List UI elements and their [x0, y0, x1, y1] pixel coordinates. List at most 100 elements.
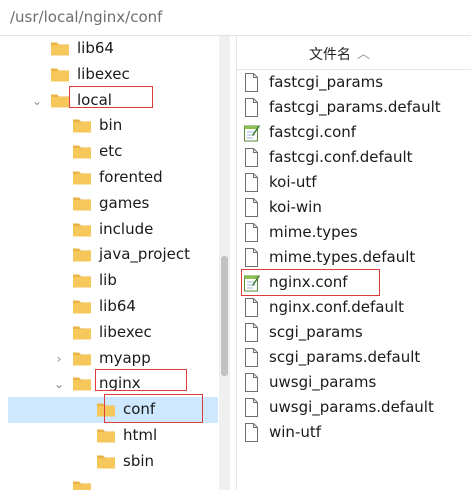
file-row[interactable]: uwsgi_params — [237, 370, 471, 395]
folder-icon — [50, 92, 70, 109]
file-name: koi-utf — [269, 173, 317, 191]
folder-icon — [50, 40, 70, 57]
folder-icon — [72, 375, 92, 392]
file-name: fastcgi_params.default — [269, 98, 441, 116]
folder-icon — [72, 169, 92, 186]
file-name: fastcgi.conf — [269, 123, 357, 141]
tree-item-label: ... — [99, 477, 114, 490]
folder-icon — [72, 117, 92, 134]
tree-item-libexec[interactable]: libexec — [0, 320, 230, 346]
document-icon — [243, 373, 260, 392]
file-row[interactable]: win-utf — [237, 420, 471, 445]
document-icon — [243, 248, 260, 267]
column-header-name[interactable]: 文件名 ︿ — [237, 36, 471, 70]
tree-item-conf[interactable]: conf — [0, 394, 230, 424]
file-name: scgi_params — [269, 323, 363, 341]
highlight-box — [241, 269, 380, 296]
file-name: fastcgi.conf.default — [269, 148, 413, 166]
document-icon — [243, 73, 260, 92]
document-icon — [243, 298, 260, 317]
tree-item-include[interactable]: include — [0, 217, 230, 243]
file-name: nginx.conf.default — [269, 298, 405, 316]
file-row[interactable]: scgi_params — [237, 320, 471, 345]
tree-item-sbin[interactable]: sbin — [0, 449, 230, 475]
tree-item-label: lib — [99, 271, 117, 290]
file-row[interactable]: fastcgi.conf.default — [237, 145, 471, 170]
tree-item-html[interactable]: html — [0, 423, 230, 449]
address-bar[interactable]: /usr/local/nginx/conf — [0, 0, 471, 36]
sort-ascending-icon: ︿ — [357, 47, 371, 62]
tree-item-label: libexec — [99, 322, 152, 341]
tree-item-lib[interactable]: lib — [0, 268, 230, 294]
highlight-box — [104, 394, 203, 424]
file-name: koi-win — [269, 198, 322, 216]
file-row[interactable]: mime.types — [237, 220, 471, 245]
folder-icon — [96, 427, 116, 444]
file-name: mime.types.default — [269, 248, 416, 266]
folder-icon — [72, 195, 92, 212]
file-row[interactable]: scgi_params.default — [237, 345, 471, 370]
column-header-label: 文件名 — [309, 47, 351, 63]
document-icon — [243, 198, 260, 217]
document-icon — [243, 173, 260, 192]
tree-scrollbar-thumb[interactable] — [221, 256, 228, 376]
file-row[interactable]: mime.types.default — [237, 245, 471, 270]
tree-item-bin[interactable]: bin — [0, 113, 230, 139]
chevron-right-icon[interactable]: › — [52, 352, 66, 366]
tree-scrollbar[interactable] — [219, 36, 230, 490]
document-icon — [243, 348, 260, 367]
tree-item-games[interactable]: games — [0, 191, 230, 217]
folder-icon — [72, 298, 92, 315]
tree-item-label: forented — [99, 168, 163, 186]
file-name: fastcgi_params — [269, 73, 384, 91]
tree-item-lib64[interactable]: lib64 — [0, 294, 230, 320]
file-row[interactable]: koi-win — [237, 195, 471, 220]
file-row[interactable]: nginx.conf.default — [237, 295, 471, 320]
file-row[interactable]: fastcgi_params — [237, 70, 471, 95]
folder-icon — [72, 350, 92, 367]
tree-item-myapp[interactable]: › myapp — [0, 346, 230, 372]
folder-icon — [72, 324, 92, 341]
tree-item-lib64[interactable]: lib64 — [0, 36, 230, 62]
chevron-down-icon[interactable]: ⌄ — [30, 94, 44, 108]
document-icon — [243, 148, 260, 167]
folder-icon — [50, 66, 70, 83]
tree-item-label: include — [99, 219, 154, 238]
tree-item-label: etc — [99, 142, 123, 161]
document-icon — [243, 98, 260, 117]
tree-item-java-project[interactable]: java_project — [0, 242, 230, 268]
tree-item-label: lib64 — [77, 39, 114, 57]
tree-item-label: html — [123, 426, 158, 444]
file-row[interactable]: koi-utf — [237, 170, 471, 195]
tree-item-label: lib64 — [99, 297, 136, 315]
notepad-edit-icon — [243, 123, 260, 142]
tree-item-label: bin — [99, 116, 123, 135]
tree-item-label: myapp — [99, 348, 151, 367]
chevron-down-icon[interactable]: ⌄ — [52, 377, 66, 391]
tree-item-label: games — [99, 193, 150, 212]
tree-item-libexec[interactable]: libexec — [0, 62, 230, 88]
tree-item-label: sbin — [123, 451, 155, 470]
folder-tree: lib64 libexec ⌄ local bin etc forented games inc… — [0, 36, 230, 490]
tree-item-local[interactable]: ⌄ local — [0, 85, 230, 114]
folder-icon — [72, 246, 92, 263]
tree-item-etc[interactable]: etc — [0, 139, 230, 165]
file-row[interactable]: nginx.conf — [237, 269, 471, 296]
file-row[interactable]: uwsgi_params.default — [237, 395, 471, 420]
file-name: win-utf — [269, 423, 322, 441]
folder-icon — [72, 221, 92, 238]
file-name: uwsgi_params — [269, 373, 377, 391]
folder-icon — [72, 479, 92, 490]
file-name: scgi_params.default — [269, 348, 421, 366]
folder-icon — [96, 453, 116, 470]
document-icon — [243, 323, 260, 342]
tree-item-forented[interactable]: forented — [0, 165, 230, 191]
highlight-box — [69, 85, 153, 108]
tree-item--[interactable]: ... — [0, 475, 230, 490]
file-name: mime.types — [269, 223, 358, 241]
file-row[interactable]: fastcgi.conf — [237, 120, 471, 145]
file-row[interactable]: fastcgi_params.default — [237, 95, 471, 120]
tree-item-label: java_project — [99, 245, 190, 264]
tree-item-label: libexec — [77, 64, 130, 83]
document-icon — [243, 223, 260, 242]
